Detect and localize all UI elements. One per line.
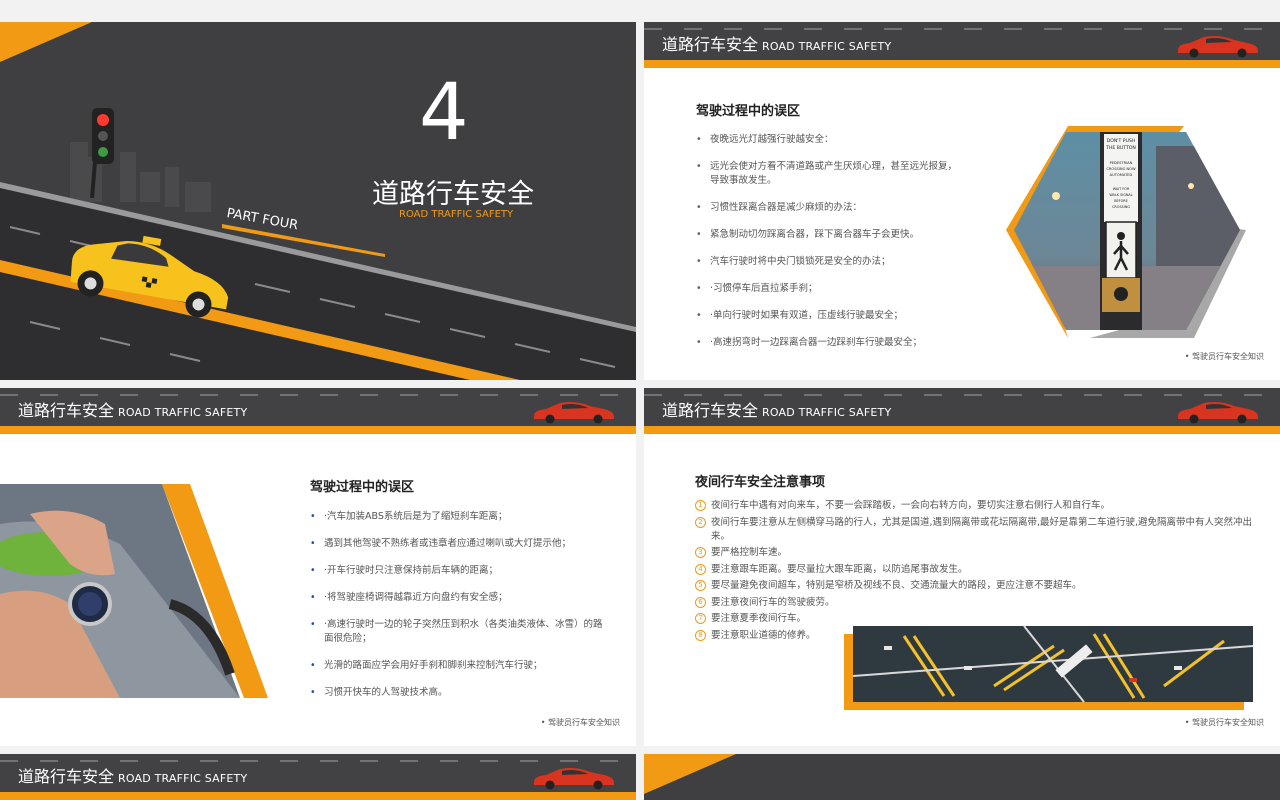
header-accent-line [644,60,1280,68]
list-item: ·单向行驶时如果有双道，压虚线行驶最安全； [696,309,961,323]
cover-illustration [0,22,636,380]
list-item: 3 要严格控制车速。 [695,546,1255,560]
pedestrian-button-photo: DON'T PUSH THE BUTTON PEDESTRIAN CROSSIN… [1006,126,1246,338]
list-item: 4 要注意跟车距离。要尽量拉大跟车距离，以防追尾事故发生。 [695,563,1255,577]
list-item: 汽车行驶时将中央门锁锁死是安全的办法； [696,255,961,269]
slide-header: 道路行车安全 ROAD TRAFFIC SAFETY [0,754,636,792]
header-accent-line [0,426,636,434]
part-number: 4 [419,68,469,158]
slide-partial-5: 道路行车安全 ROAD TRAFFIC SAFETY [0,754,636,800]
list-item: ·高速拐弯时一边踩离合器一边踩刹车行驶最安全； [696,336,961,350]
header-accent-line [644,426,1280,434]
list-item: 7 要注意夏季夜间行车。 [695,612,1255,626]
list-item: 习惯性踩离合器是减少麻烦的办法： [696,201,961,215]
slide-partial-6 [644,754,1280,800]
header-title: 道路行车安全 ROAD TRAFFIC SAFETY [18,767,248,786]
sign-text: CROSSING NOW [1106,167,1136,171]
item-number: 3 [695,547,706,558]
list-item: 习惯开快车的人驾驶技术高。 [310,686,610,700]
red-car-icon [534,402,614,424]
bullet-list: ·汽车加装ABS系统后是为了缩短刹车距离； 遇到其他驾驶不熟练者或违章者应通过喇… [310,510,610,713]
section-title: 驾驶过程中的误区 [310,480,415,495]
list-item: 6 要注意夜间行车的驾驶疲劳。 [695,596,1255,610]
cover-corner [644,754,736,794]
slide-header: 道路行车安全 ROAD TRAFFIC SAFETY [0,388,636,426]
list-item: 2 夜间行车要注意从左侧横穿马路的行人，尤其是国道,遇到隔离带或花坛隔离带,最好是… [695,516,1255,544]
section-title: 夜间行车安全注意事项 [695,475,826,490]
list-item: 夜晚远光灯越强行驶越安全： [696,133,961,147]
list-item: ·习惯停车后直拉紧手刹； [696,282,961,296]
sign-text: BEFORE [1114,199,1128,203]
footer-label: 驾驶员行车安全知识 [1185,717,1264,728]
header-title: 道路行车安全 ROAD TRAFFIC SAFETY [662,35,892,54]
header-accent-line [0,792,636,800]
list-item: ·汽车加装ABS系统后是为了缩短刹车距离； [310,510,610,524]
slide-misconceptions-1: 道路行车安全ROAD TRAFFIC SAFETY 驾驶过程中的误区 夜晚远光灯… [644,22,1280,380]
aerial-intersection-photo [844,626,1254,710]
red-car-icon [1178,36,1258,58]
sign-text: WAIT FOR [1113,187,1130,191]
list-item: ·开车行驶时只注意保持前后车辆的距离； [310,564,610,578]
slide-misconceptions-2: 道路行车安全ROAD TRAFFIC SAFETY 驾驶过程中的误区 ·汽车加装… [0,388,636,746]
section-title: 驾驶过程中的误区 [696,104,801,119]
item-number: 1 [695,500,706,511]
item-number: 6 [695,596,706,608]
red-car-icon [534,768,614,790]
header-title: 道路行车安全 ROAD TRAFFIC SAFETY [18,401,248,420]
header-title: 道路行车安全 ROAD TRAFFIC SAFETY [662,401,892,420]
driver-drinking-photo [0,484,268,698]
list-item: 1 夜间行车中遇有对向来车，不要一会踩踏板，一会向右转方向，要切实注意右侧行人和自… [695,499,1255,513]
list-item: ·将驾驶座椅调得越靠近方向盘约有安全感； [310,591,610,605]
slide-header: 道路行车安全 ROAD TRAFFIC SAFETY [644,22,1280,60]
list-item: ·高速行驶时一边的轮子突然压到积水（各类油类液体、冰雪）的路面很危险； [310,618,610,646]
sign-text: CROSSING [1112,205,1130,209]
sign-text: WALK SIGNAL [1109,193,1132,197]
list-item: 光滑的路面应学会用好手刹和脚刹来控制汽车行驶； [310,659,610,673]
red-car-icon [1178,402,1258,424]
sign-text: PEDESTRIAN [1110,161,1133,165]
list-item: 5 要尽量避免夜间超车，特别是窄桥及视线不良、交通流量大的路段，更应注意不要超车。 [695,579,1255,593]
sign-text: THE BUTTON [1105,145,1136,151]
cover-slide: 4 道路行车安全 ROAD TRAFFIC SAFETY PART FOUR [0,22,636,380]
footer-label: 驾驶员行车安全知识 [1185,351,1264,362]
item-number: 8 [695,629,706,641]
item-number: 4 [695,563,706,575]
slide-header: 道路行车安全 ROAD TRAFFIC SAFETY [644,388,1280,426]
numbered-list: 1 夜间行车中遇有对向来车，不要一会踩踏板，一会向右转方向，要切实注意右侧行人和自… [695,499,1255,645]
footer-label: 驾驶员行车安全知识 [541,717,620,728]
sign-text: DON'T PUSH [1107,138,1136,144]
item-number: 2 [695,516,706,528]
slide-night-driving: 道路行车安全 ROAD TRAFFIC SAFETY 夜间行车安全注意事项 1 夜间… [644,388,1280,746]
item-number: 5 [695,580,706,591]
item-number: 7 [695,613,706,624]
list-item: 遇到其他驾驶不熟练者或违章者应通过喇叭或大灯提示他； [310,537,610,551]
bullet-list: 夜晚远光灯越强行驶越安全： 远光会使对方看不清道路或产生厌烦心理，甚至远光报复，… [696,133,961,363]
list-item: 紧急制动切勿踩离合器，踩下离合器车子会更快。 [696,228,961,242]
list-item: 远光会使对方看不清道路或产生厌烦心理，甚至远光报复，导致事故发生。 [696,160,961,188]
cover-subtitle: ROAD TRAFFIC SAFETY [399,209,514,220]
cover-title: 道路行车安全 [372,179,534,210]
sign-text: AUTOMATED [1110,173,1133,177]
